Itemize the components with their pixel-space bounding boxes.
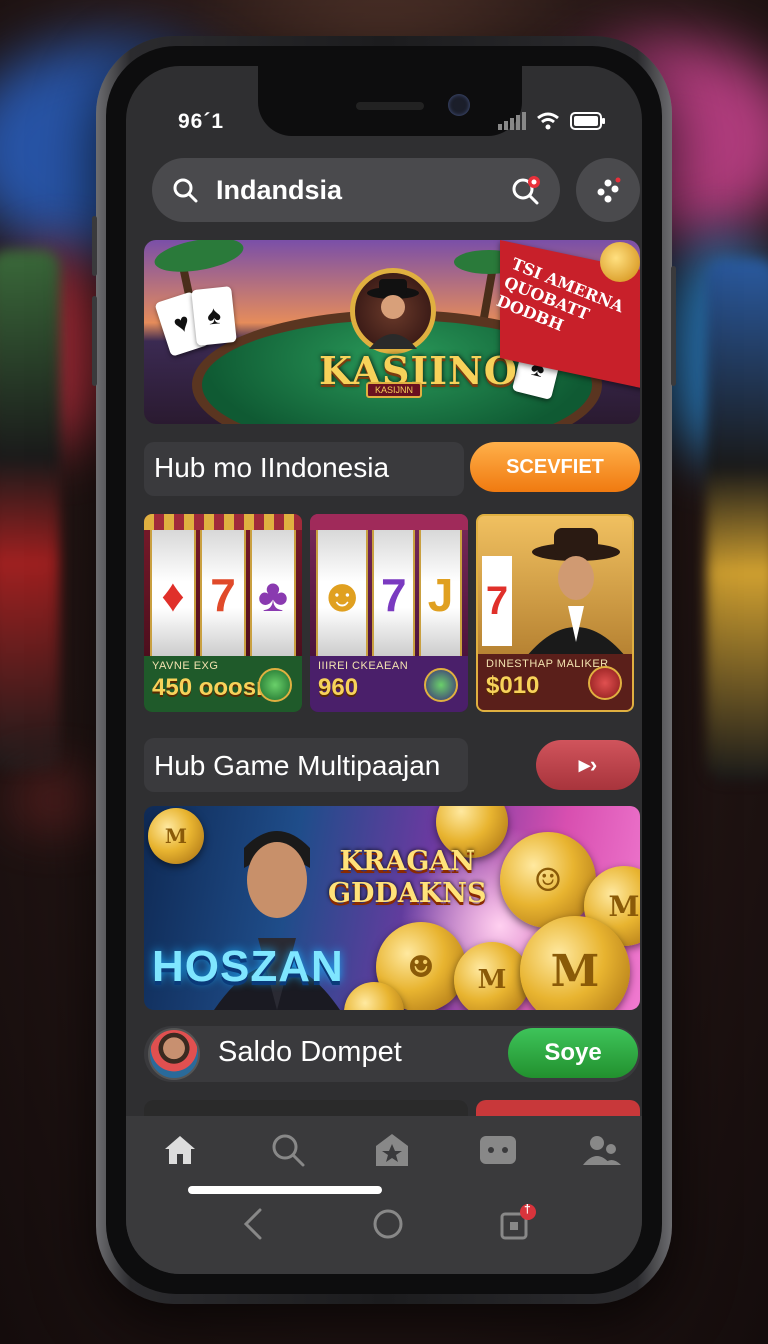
wallet-label: Saldo Dompet (218, 1036, 402, 1068)
promo-banner[interactable]: M ☺ M ☻ M M KRAGAN GDDAKNS HOSZAN (144, 806, 640, 1010)
section-indonesia: Hub mo IIndonesia (144, 442, 464, 496)
coin-badge-icon (588, 666, 622, 700)
nav-favorites[interactable] (372, 1130, 412, 1170)
nav-friends[interactable] (582, 1130, 622, 1170)
coin-icon: M (148, 808, 204, 864)
phone-frame: 96´1 Indandsia ♥ ♠ ♠ KASIINO KASIJNN TSI… (92, 36, 676, 1304)
back-chevron-icon (243, 1208, 262, 1240)
section-multiplayer: Hub Game Multipaajan (144, 738, 468, 792)
system-back-button[interactable] (234, 1204, 274, 1244)
notch (258, 66, 522, 136)
wallet-button[interactable]: Soye (508, 1028, 638, 1078)
coin-icon: ☺ (500, 832, 596, 928)
promo-title: KRAGAN GDDAKNS (328, 846, 487, 909)
nav-games[interactable] (478, 1130, 518, 1170)
dots-menu-icon (597, 177, 621, 203)
slot-footer: IIIREI CKEAEAN 960 (310, 656, 468, 712)
coin-icon: M (454, 942, 530, 1010)
games-icon (480, 1136, 516, 1164)
section-indonesia-button[interactable]: SCEVFIET (470, 442, 640, 492)
section-title: Hub mo IIndonesia (154, 452, 390, 483)
friends-icon (583, 1136, 621, 1165)
favorites-icon (376, 1134, 408, 1166)
recents-badge: † (524, 1202, 531, 1216)
status-icons (498, 112, 606, 130)
section-multiplayer-button[interactable]: ▸› (536, 740, 640, 790)
home-indicator[interactable] (188, 1186, 382, 1194)
wifi-icon (537, 112, 559, 130)
search-icon (272, 1134, 305, 1167)
banner-brand-sub: KASIJNN (366, 382, 422, 398)
home-icon (165, 1136, 195, 1164)
promo-name: HOSZAN (152, 942, 344, 991)
system-recents-button[interactable]: † (496, 1202, 536, 1244)
signal-icon (498, 112, 526, 130)
app-screen: 96´1 Indandsia ♥ ♠ ♠ KASIINO KASIJNN TSI… (126, 66, 642, 1274)
slot-game-2[interactable]: ☻ 7 J IIIREI CKEAEAN 960 (310, 514, 468, 712)
nav-home[interactable] (160, 1130, 200, 1170)
camera-icon (448, 94, 470, 116)
playing-card-icon: ♠ (191, 286, 237, 346)
coin-badge-icon (424, 668, 458, 702)
menu-button[interactable] (576, 158, 640, 222)
search-notification-icon[interactable] (510, 175, 540, 205)
slot-footer: YAVNE EXG 450 ooosn (144, 656, 302, 712)
casino-banner[interactable]: ♥ ♠ ♠ KASIINO KASIJNN TSI AMERNA QUOBATT… (144, 240, 640, 424)
home-circle-icon (373, 1209, 403, 1239)
battery-icon (570, 112, 605, 130)
avatar[interactable] (148, 1028, 200, 1080)
status-time: 96´1 (178, 110, 225, 133)
slot-game-1[interactable]: ♦ 7 ♣ YAVNE EXG 450 ooosn (144, 514, 302, 712)
section-title: Hub Game Multipaajan (154, 750, 441, 781)
search-bar[interactable]: Indandsia (152, 158, 560, 222)
coin-badge-icon (258, 668, 292, 702)
search-icon (173, 178, 198, 203)
gambler-portrait (522, 528, 630, 662)
system-home-button[interactable] (368, 1204, 408, 1244)
slot-game-3[interactable]: 7 DINESTHAP MALIKER $010 (476, 514, 634, 712)
slot-footer: DINESTHAP MALIKER $010 (478, 654, 632, 710)
nav-search[interactable] (268, 1130, 308, 1170)
bottom-navigation: † (126, 1116, 642, 1274)
apple-icon (600, 242, 640, 282)
search-input[interactable]: Indandsia (216, 175, 510, 206)
dealer-emblem (350, 268, 436, 354)
